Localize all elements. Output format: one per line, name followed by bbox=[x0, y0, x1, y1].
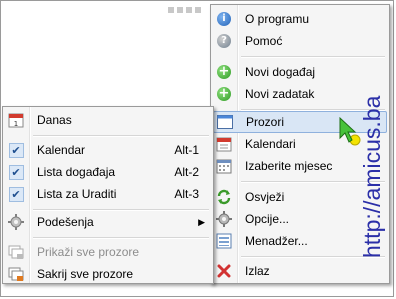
help-icon: ? bbox=[216, 33, 232, 49]
background-toolbar-icons bbox=[168, 2, 210, 13]
month-icon bbox=[216, 158, 232, 174]
add-task-icon: + bbox=[217, 86, 231, 101]
today-calendar-icon: 1 bbox=[8, 112, 24, 128]
submenu-item-today[interactable]: 1 Danas bbox=[5, 109, 211, 131]
gear-icon bbox=[8, 214, 24, 230]
options-icon bbox=[216, 211, 232, 227]
menu-item-about[interactable]: i O programu bbox=[213, 8, 387, 30]
submenu-item-hide-all-windows[interactable]: Sakrij sve prozore bbox=[5, 263, 211, 285]
hide-windows-icon bbox=[8, 266, 24, 282]
checkmark-icon: ✔ bbox=[8, 164, 24, 180]
window-icon bbox=[217, 114, 233, 130]
info-icon: i bbox=[216, 11, 232, 27]
mouse-cursor-icon bbox=[339, 116, 361, 146]
watermark: http://amicus.ba bbox=[359, 95, 385, 258]
checkmark-icon: ✔ bbox=[8, 186, 24, 202]
exit-icon bbox=[216, 263, 232, 279]
submenu-item-show-all-windows[interactable]: Prikaži sve prozore bbox=[5, 241, 211, 263]
windows-submenu: 1 Danas ✔ Kalendar Alt-1 ✔ Lista događaj… bbox=[2, 106, 214, 284]
menu-item-help[interactable]: ? Pomoć bbox=[213, 30, 387, 52]
separator bbox=[241, 56, 385, 58]
submenu-item-event-list[interactable]: ✔ Lista događaja Alt-2 bbox=[5, 161, 211, 183]
add-event-icon: + bbox=[217, 64, 231, 79]
checkmark-icon: ✔ bbox=[8, 142, 24, 158]
submenu-item-calendar[interactable]: ✔ Kalendar Alt-1 bbox=[5, 139, 211, 161]
separator bbox=[33, 237, 209, 239]
svg-text:1: 1 bbox=[14, 120, 18, 128]
submenu-item-todo-list[interactable]: ✔ Lista za Uraditi Alt-3 bbox=[5, 183, 211, 205]
submenu-item-settings[interactable]: Podešenja ▶ bbox=[5, 211, 211, 233]
submenu-arrow-icon: ▶ bbox=[198, 217, 205, 227]
manager-icon bbox=[216, 233, 232, 249]
show-windows-icon bbox=[8, 244, 24, 260]
calendar-icon bbox=[216, 136, 232, 152]
menu-item-exit[interactable]: Izlaz bbox=[213, 260, 387, 282]
separator bbox=[33, 135, 209, 137]
refresh-icon bbox=[216, 189, 232, 205]
